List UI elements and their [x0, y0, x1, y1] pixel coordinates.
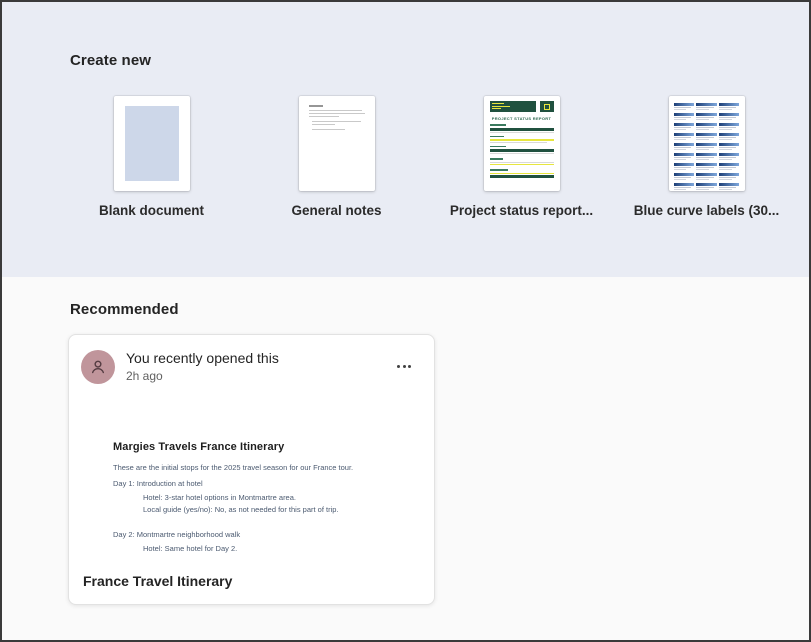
label-cell	[696, 163, 717, 170]
card-header-text: You recently opened this 2h ago	[126, 349, 279, 384]
label-cell	[696, 143, 717, 150]
activity-text: You recently opened this	[126, 349, 279, 368]
label-cell	[674, 143, 695, 150]
document-preview: Margies Travels France Itinerary These a…	[69, 394, 434, 573]
label-cell	[696, 103, 717, 110]
label-cell	[719, 123, 740, 130]
create-new-heading: Create new	[70, 52, 809, 69]
label-cell	[719, 183, 740, 190]
preview-line: Day 1: Introduction at hotel	[113, 478, 414, 489]
recommended-section: Recommended You recently opened this 2h …	[2, 301, 809, 605]
preview-line: Local guide (yes/no): No, as not needed …	[143, 504, 414, 515]
preview-line: Day 2: Montmartre neighborhood walk	[113, 529, 414, 540]
document-file-title: France Travel Itinerary	[69, 573, 434, 604]
label-cell	[719, 153, 740, 160]
label-cell	[719, 103, 740, 110]
recommended-document-card[interactable]: You recently opened this 2h ago Margies …	[68, 334, 435, 605]
preview-line: Hotel: 3-star hotel options in Montmartr…	[143, 492, 414, 503]
preview-line: Hotel: Same hotel for Day 2.	[143, 543, 414, 554]
card-header: You recently opened this 2h ago	[69, 335, 434, 394]
label-cell	[719, 163, 740, 170]
blank-page-preview	[125, 106, 179, 181]
label-cell	[719, 173, 740, 180]
template-tile-blank-document[interactable]: Blank document	[59, 96, 244, 218]
template-label: General notes	[291, 203, 381, 218]
project-status-report-thumbnail[interactable]: PROJECT STATUS REPORT	[484, 96, 560, 191]
label-cell	[696, 133, 717, 140]
avatar	[81, 350, 115, 384]
timestamp: 2h ago	[126, 368, 279, 384]
label-cell	[674, 103, 695, 110]
labels-grid-preview	[669, 96, 745, 191]
report-header-block	[490, 101, 536, 112]
recommended-heading: Recommended	[70, 301, 809, 318]
label-cell	[696, 173, 717, 180]
label-cell	[696, 183, 717, 190]
label-cell	[674, 113, 695, 120]
more-options-icon	[397, 365, 400, 368]
label-cell	[719, 113, 740, 120]
report-logo	[540, 101, 554, 112]
project-status-report-preview: PROJECT STATUS REPORT	[484, 96, 560, 184]
preview-doc-title: Margies Travels France Itinerary	[113, 441, 414, 453]
general-notes-preview	[299, 96, 375, 141]
template-label: Project status report...	[450, 203, 593, 218]
template-label: Blank document	[99, 203, 204, 218]
label-cell	[696, 113, 717, 120]
template-gallery: Blank document General notes	[59, 96, 809, 218]
label-cell	[674, 133, 695, 140]
template-tile-blue-curve-labels[interactable]: Blue curve labels (30...	[614, 96, 799, 218]
template-tile-project-status-report[interactable]: PROJECT STATUS REPORT	[429, 96, 614, 218]
person-icon	[88, 357, 108, 377]
create-new-section: Create new Blank document	[2, 2, 809, 277]
label-cell	[674, 163, 695, 170]
label-cell	[696, 153, 717, 160]
general-notes-thumbnail[interactable]	[299, 96, 375, 191]
preview-line: These are the initial stops for the 2025…	[113, 462, 414, 473]
more-options-button[interactable]	[390, 353, 418, 381]
report-title: PROJECT STATUS REPORT	[490, 116, 554, 121]
label-cell	[696, 123, 717, 130]
template-label: Blue curve labels (30...	[634, 203, 780, 218]
label-cell	[719, 143, 740, 150]
label-cell	[674, 153, 695, 160]
template-tile-general-notes[interactable]: General notes	[244, 96, 429, 218]
blank-document-thumbnail[interactable]	[114, 96, 190, 191]
blue-curve-labels-thumbnail[interactable]	[669, 96, 745, 191]
label-cell	[674, 123, 695, 130]
label-cell	[674, 173, 695, 180]
label-cell	[719, 133, 740, 140]
label-cell	[674, 183, 695, 190]
